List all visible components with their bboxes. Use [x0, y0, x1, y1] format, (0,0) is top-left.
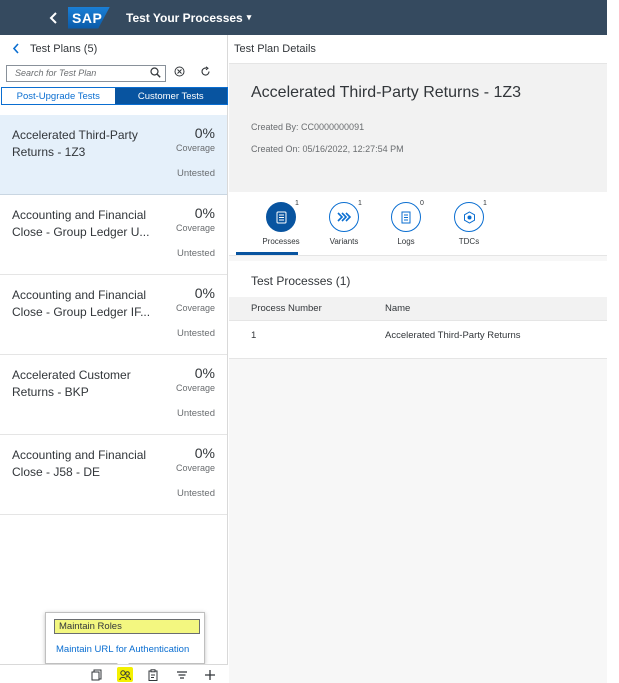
roles-icon[interactable]: [117, 667, 133, 682]
status-text: Untested: [176, 328, 215, 339]
coverage-label: Coverage: [175, 463, 215, 473]
list-item[interactable]: Accounting and Financial Close - Group L…: [0, 195, 227, 275]
test-plan-name: Accelerated Third-Party Returns - 1Z3: [12, 128, 138, 159]
clipboard-icon[interactable]: [145, 667, 161, 682]
nav-back-icon[interactable]: [12, 42, 20, 57]
cube-icon: [454, 202, 484, 232]
test-plan-name: Accounting and Financial Close - Group L…: [12, 288, 151, 319]
tab-logs[interactable]: 0 Logs: [376, 200, 436, 246]
coverage-value: 0%: [194, 445, 215, 461]
coverage-label: Coverage: [175, 303, 215, 313]
process-name: Accelerated Third-Party Returns: [385, 329, 521, 341]
active-tab-indicator: [236, 252, 298, 255]
icon-tab-bar: 1 Processes 1 Variants 0 Logs 1 TDCs: [229, 192, 607, 256]
tab-count: 1: [483, 200, 487, 207]
segment-customer-tests[interactable]: Customer Tests: [114, 88, 227, 104]
tab-label: Logs: [397, 237, 415, 246]
coverage-label: Coverage: [175, 143, 215, 153]
column-header: Name: [385, 303, 411, 314]
detail-bar-title: Test Plan Details: [234, 43, 316, 55]
search-input[interactable]: Search for Test Plan: [6, 64, 166, 82]
test-processes-section: Test Processes (1) Process Number Name 1…: [229, 261, 607, 359]
chevron-left-icon: [49, 11, 57, 24]
detail-title-bar: Test Plan Details: [229, 35, 607, 64]
app-title: Test Your Processes: [126, 10, 243, 25]
test-plans-panel: Test Plans (5) Search for Test Plan Post…: [0, 35, 228, 683]
created-by: Created By: CC0000000091: [251, 122, 365, 132]
list-icon: [266, 202, 296, 232]
coverage-value: 0%: [194, 365, 215, 381]
test-type-segmented-button: Post-Upgrade Tests Customer Tests: [1, 87, 228, 105]
settings-popup-menu: Maintain Roles Maintain URL for Authenti…: [45, 612, 205, 664]
tab-label: Variants: [329, 237, 359, 246]
copy-icon[interactable]: [89, 667, 105, 682]
caret-down-icon: ▾: [246, 12, 252, 22]
search-placeholder: Search for Test Plan: [15, 68, 97, 78]
status-text: Untested: [176, 408, 215, 419]
table-row[interactable]: 1 Accelerated Third-Party Returns: [229, 321, 607, 349]
status-text: Untested: [176, 168, 215, 179]
sap-logo: SAP: [68, 6, 110, 29]
tab-processes[interactable]: 1 Processes: [251, 200, 311, 246]
clear-filter-icon[interactable]: [166, 66, 192, 80]
chevrons-right-icon: [329, 202, 359, 232]
status-text: Untested: [176, 488, 215, 499]
tab-tdcs[interactable]: 1 TDCs: [439, 200, 499, 246]
master-header: Test Plans (5): [0, 35, 227, 63]
list-item[interactable]: Accounting and Financial Close - Group L…: [0, 275, 227, 355]
search-row: Search for Test Plan: [0, 63, 227, 83]
list-item[interactable]: Accelerated Third-Party Returns - 1Z3 0%…: [0, 115, 227, 195]
app-title-menu[interactable]: Test Your Processes ▾: [126, 11, 251, 25]
segment-post-upgrade-tests[interactable]: Post-Upgrade Tests: [2, 88, 115, 104]
refresh-icon[interactable]: [192, 66, 218, 80]
coverage-label: Coverage: [175, 383, 215, 393]
tab-count: 1: [295, 200, 299, 207]
list-item[interactable]: Accounting and Financial Close - J58 - D…: [0, 435, 227, 515]
table-header: Process Number Name: [229, 297, 607, 321]
tab-count: 0: [420, 200, 424, 207]
coverage-value: 0%: [194, 205, 215, 221]
test-plan-name: Accounting and Financial Close - Group L…: [12, 208, 150, 239]
test-plan-name: Accelerated Customer Returns - BKP: [12, 368, 131, 399]
sort-icon[interactable]: [174, 667, 190, 682]
list-item[interactable]: Accelerated Customer Returns - BKP 0% Co…: [0, 355, 227, 435]
tab-count: 1: [358, 200, 362, 207]
shell-bar: SAP Test Your Processes ▾: [0, 0, 607, 35]
tab-label: TDCs: [458, 237, 480, 246]
page-title: Accelerated Third-Party Returns - 1Z3: [251, 84, 522, 101]
coverage-value: 0%: [194, 285, 215, 301]
master-title: Test Plans (5): [30, 43, 98, 55]
document-icon: [391, 202, 421, 232]
coverage-label: Coverage: [175, 223, 215, 233]
search-icon[interactable]: [150, 66, 161, 81]
column-header: Process Number: [251, 303, 322, 314]
section-title: Test Processes (1): [251, 274, 351, 288]
tab-label: Processes: [262, 237, 300, 246]
coverage-value: 0%: [194, 125, 215, 141]
status-text: Untested: [176, 248, 215, 259]
object-attributes: Created By: CC0000000091 Created On: 05/…: [251, 116, 607, 160]
test-plan-list: Accelerated Third-Party Returns - 1Z3 0%…: [0, 115, 227, 515]
menu-item-maintain-url[interactable]: Maintain URL for Authentication: [56, 644, 189, 655]
process-number: 1: [251, 329, 257, 341]
tab-variants[interactable]: 1 Variants: [314, 200, 374, 246]
menu-item-maintain-roles[interactable]: Maintain Roles: [54, 619, 200, 634]
add-icon[interactable]: [202, 667, 218, 682]
test-plan-name: Accounting and Financial Close - J58 - D…: [12, 448, 147, 479]
master-footer-toolbar: [0, 664, 228, 683]
created-on: Created On: 05/16/2022, 12:27:54 PM: [251, 144, 404, 154]
test-plan-detail: Test Plan Details Accelerated Third-Part…: [229, 35, 607, 683]
app-window: SAP Test Your Processes ▾ Test Plans (5)…: [0, 0, 619, 683]
object-header: Accelerated Third-Party Returns - 1Z3 Cr…: [229, 64, 607, 192]
